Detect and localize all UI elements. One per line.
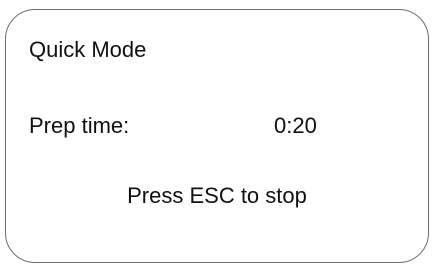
esc-stop-hint: Press ESC to stop	[127, 183, 307, 208]
prep-time-value: 0:20	[274, 113, 317, 138]
quick-mode-panel: Quick Mode Prep time: 0:20 Press ESC to …	[5, 9, 429, 263]
prep-time-label: Prep time:	[29, 113, 130, 138]
mode-title: Quick Mode	[29, 37, 147, 62]
